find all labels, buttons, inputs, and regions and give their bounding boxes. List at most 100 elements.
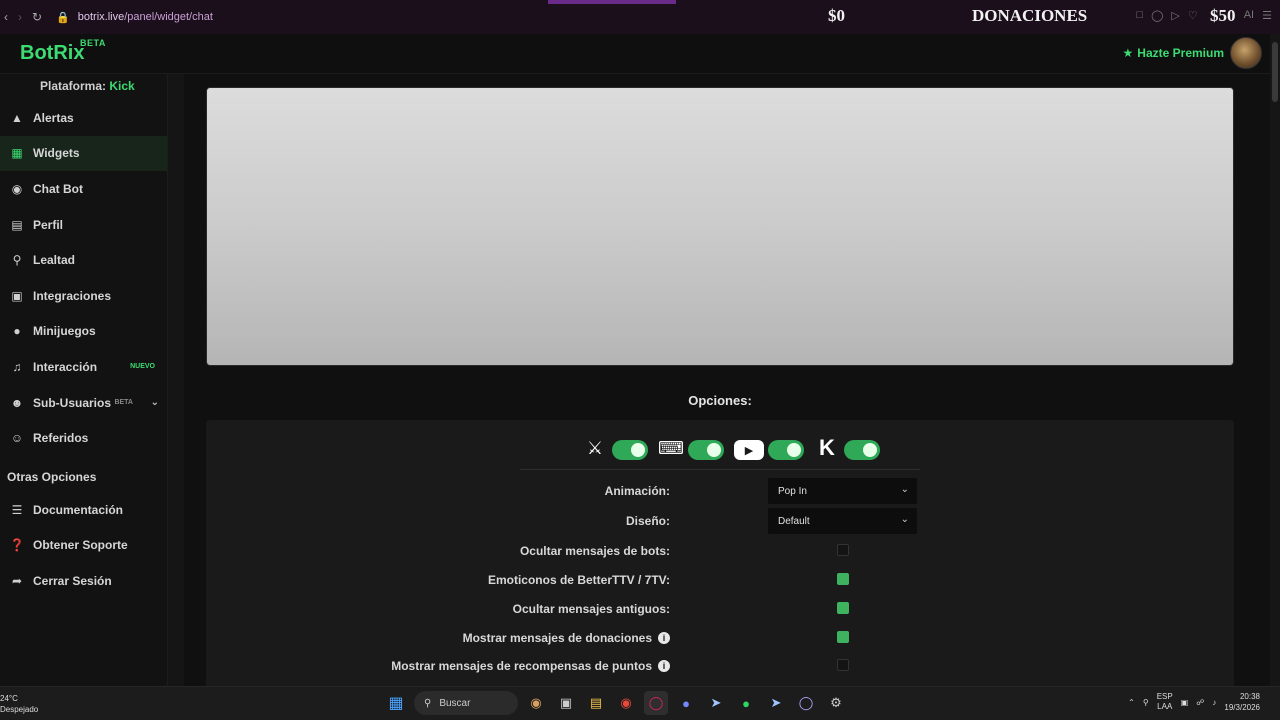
opera-icon[interactable]: ◯ xyxy=(644,691,668,715)
kick-icon: K xyxy=(819,435,835,460)
design-value: Default xyxy=(778,516,810,527)
os-taskbar: 24°C Despejado ▦ ⚲ Buscar ◉ ▣ ▤ ◉ ◯ ● ➤ … xyxy=(0,686,1280,720)
widgets-app-icon[interactable]: ◉ xyxy=(524,691,548,715)
logout-icon: ➦ xyxy=(11,573,23,588)
sidebar-item-label: Widgets xyxy=(33,146,80,161)
file-explorer-icon[interactable]: ▤ xyxy=(584,691,608,715)
hide-bots-row: Ocultar mensajes de bots: xyxy=(206,538,1234,564)
collections-icon[interactable]: □ xyxy=(1136,9,1143,22)
app-circle-icon[interactable]: ◯ xyxy=(794,691,818,715)
url-host: botrix.live xyxy=(77,11,125,23)
reload-icon[interactable]: ↻ xyxy=(32,10,42,24)
trophy-icon: ⚲ xyxy=(12,253,22,268)
steam-alt-icon[interactable]: ➤ xyxy=(764,691,788,715)
rewards-checkbox[interactable] xyxy=(837,659,849,671)
avatar[interactable] xyxy=(1230,37,1262,69)
address-bar[interactable]: 🔒 botrix.live/panel/widget/chat xyxy=(56,11,213,24)
chrome-icon[interactable]: ◉ xyxy=(614,691,638,715)
platform-twitch: ⌨ xyxy=(658,430,724,460)
tray-expand-icon[interactable]: ⌃ xyxy=(1128,698,1135,707)
rewards-label: Mostrar mensajes de recompensas de punto… xyxy=(391,659,652,673)
weather-status: Despejado xyxy=(0,705,39,714)
sidebar-item-minijuegos[interactable]: ● Minijuegos xyxy=(0,314,167,350)
hide-bots-checkbox[interactable] xyxy=(837,544,849,556)
logo[interactable]: BotRix BETA xyxy=(20,38,105,65)
back-icon[interactable]: ‹ xyxy=(4,10,8,24)
lang-top: ESP xyxy=(1156,692,1173,701)
taskbar-apps: ▦ ⚲ Buscar ◉ ▣ ▤ ◉ ◯ ● ➤ ● ➤ ◯ ⚙ xyxy=(384,691,848,715)
integration-icon: ▣ xyxy=(11,288,23,303)
language-indicator[interactable]: ESP LAA xyxy=(1157,692,1173,712)
toggle-twitch[interactable] xyxy=(688,440,724,460)
page-scrollbar[interactable] xyxy=(1270,34,1280,686)
sidebar-item-cerrar-sesion[interactable]: ➦ Cerrar Sesión xyxy=(0,563,167,599)
spotify-icon[interactable]: ● xyxy=(734,691,758,715)
toggle-kick-alt[interactable] xyxy=(612,440,648,460)
sidebar-item-integraciones[interactable]: ▣ Integraciones xyxy=(0,278,167,314)
ai-label[interactable]: AI xyxy=(1244,9,1254,22)
sidebar-item-widgets[interactable]: ▦ Widgets xyxy=(0,135,167,172)
system-tray: ⌃ ⚲ ESP LAA ▣ ☍ ♪ 20:38 19/3/2026 xyxy=(1128,691,1260,713)
toggle-youtube[interactable] xyxy=(768,440,804,460)
task-view-icon[interactable]: ▣ xyxy=(554,691,578,715)
help-icon: ❓ xyxy=(9,538,25,553)
emotes-row: Emoticonos de BetterTTV / 7TV: xyxy=(206,567,1234,593)
sidebar-item-interaccion[interactable]: ♫ Interacción NUEVO xyxy=(0,349,167,385)
options-title: Opciones: xyxy=(688,393,752,408)
settings-icon[interactable]: ⚙ xyxy=(824,691,848,715)
star-icon: ★ xyxy=(1122,46,1134,60)
sidebar-item-obtener-soporte[interactable]: ❓ Obtener Soporte xyxy=(0,528,167,564)
steam-icon[interactable]: ➤ xyxy=(704,691,728,715)
design-select[interactable]: Default ⌄ xyxy=(768,508,917,534)
emotes-checkbox[interactable] xyxy=(837,573,849,585)
sidebar-item-sub-usuarios[interactable]: ☻ Sub-Usuarios BETA ⌄ xyxy=(0,385,167,421)
toggle-kick[interactable] xyxy=(844,440,880,460)
clock[interactable]: 20:38 19/3/2026 xyxy=(1224,691,1260,713)
hide-old-label: Ocultar mensajes antiguos: xyxy=(512,602,670,616)
network-icon[interactable]: ☍ xyxy=(1196,698,1204,707)
rewards-row: Mostrar mensajes de recompensas de punto… xyxy=(206,653,1234,679)
windows-start-icon[interactable]: ▦ xyxy=(384,691,408,715)
sidebar-item-lealtad[interactable]: ⚲ Lealtad xyxy=(0,242,167,278)
active-tab-indicator[interactable] xyxy=(548,0,676,4)
beta-badge: BETA xyxy=(114,399,133,407)
chevron-down-icon[interactable]: ⌄ xyxy=(151,397,159,408)
platform-value: Kick xyxy=(109,79,135,93)
animation-row: Animación: Pop In ⌄ xyxy=(206,478,1234,504)
donations-checkbox[interactable] xyxy=(837,631,849,643)
mic-icon[interactable]: ⚲ xyxy=(1143,698,1149,707)
gamepad-icon: ● xyxy=(13,324,21,339)
grid-icon: ▦ xyxy=(11,146,23,161)
sidebar-item-documentacion[interactable]: ☰ Documentación xyxy=(0,492,167,528)
weather-widget[interactable]: 24°C Despejado xyxy=(0,693,38,715)
sidebar-item-alertas[interactable]: ▲ Alertas xyxy=(0,100,167,136)
discord-icon[interactable]: ● xyxy=(674,691,698,715)
menu-icon[interactable]: ☰ xyxy=(1262,9,1272,22)
book-icon: ☰ xyxy=(11,502,23,517)
forward-icon[interactable]: › xyxy=(18,10,22,24)
taskbar-search[interactable]: ⚲ Buscar xyxy=(414,691,518,715)
shield-icon[interactable]: ◯ xyxy=(1151,9,1163,22)
sidebar-item-label: Minijuegos xyxy=(33,324,96,339)
info-icon[interactable]: i xyxy=(658,632,670,644)
clock-time: 20:38 xyxy=(1239,692,1260,701)
sidebar-item-chat-bot[interactable]: ◉ Chat Bot xyxy=(0,171,167,207)
sidebar-gutter xyxy=(168,74,184,686)
premium-button[interactable]: ★ Hazte Premium xyxy=(1123,46,1224,60)
heart-icon[interactable]: ♡ xyxy=(1188,9,1198,22)
hide-old-checkbox[interactable] xyxy=(837,602,849,614)
app-header: BotRix BETA ★ Hazte Premium xyxy=(0,34,1280,74)
sidebar-item-label: Lealtad xyxy=(33,253,76,268)
lock-icon: 🔒 xyxy=(56,11,70,24)
animation-select[interactable]: Pop In ⌄ xyxy=(768,478,917,504)
display-icon[interactable]: ▣ xyxy=(1181,698,1189,707)
hide-bots-label: Ocultar mensajes de bots: xyxy=(519,544,670,558)
play-icon[interactable]: ▷ xyxy=(1171,9,1179,22)
donations-label-wrap: Mostrar mensajes de donaciones i xyxy=(463,631,670,645)
volume-icon[interactable]: ♪ xyxy=(1212,698,1216,707)
sidebar-item-referidos[interactable]: ☺ Referidos xyxy=(0,420,167,456)
design-row: Diseño: Default ⌄ xyxy=(206,508,1234,534)
sidebar-item-perfil[interactable]: ▤ Perfil xyxy=(0,207,167,243)
info-icon[interactable]: i xyxy=(658,660,670,672)
scrollbar-thumb[interactable] xyxy=(1272,42,1278,102)
